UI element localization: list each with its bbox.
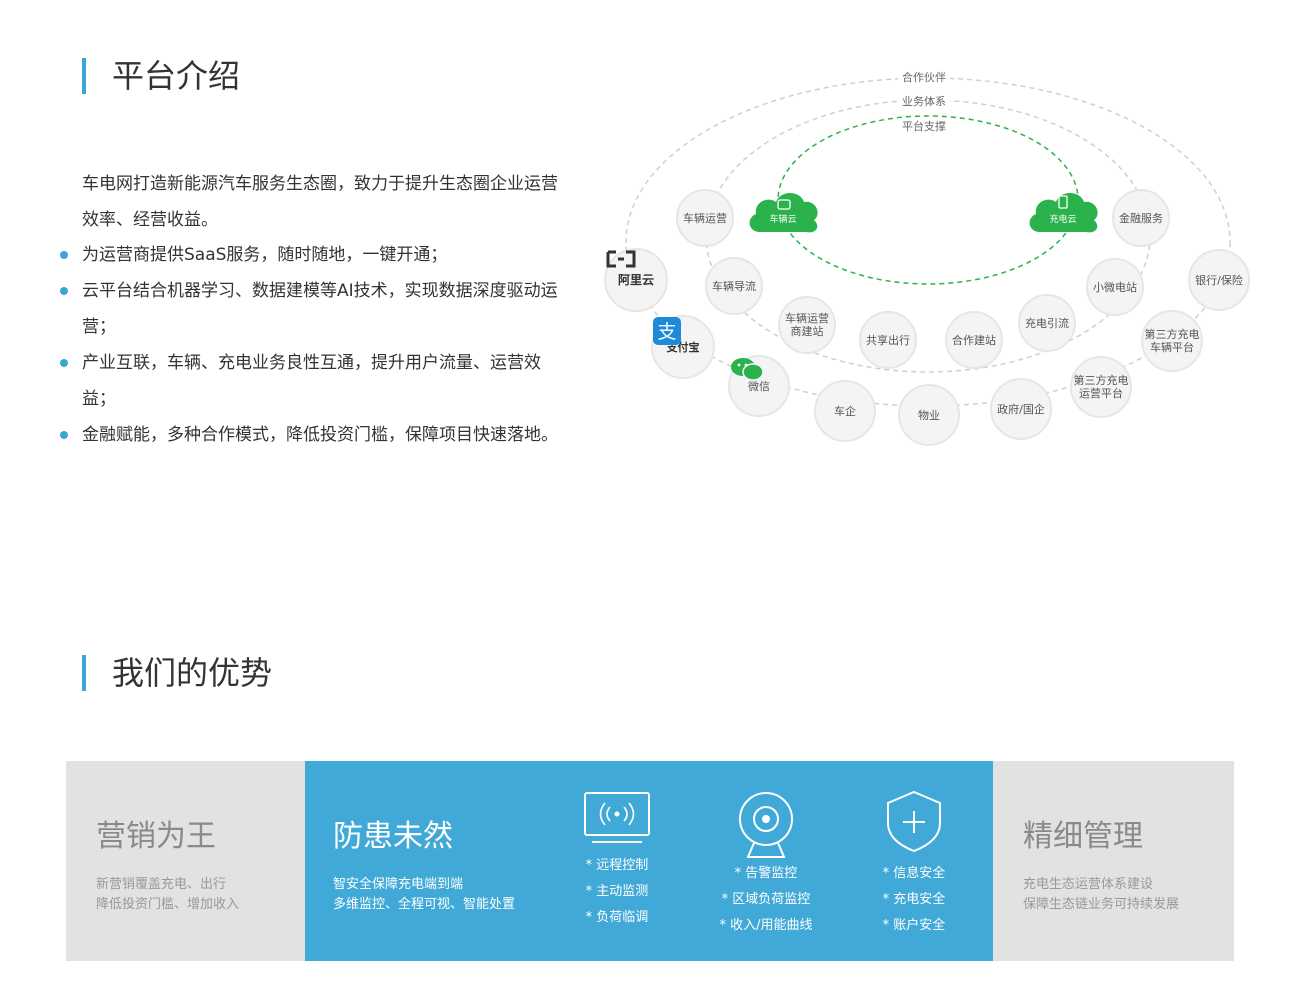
node-vehicle-guide: 车辆导流 [705,257,763,315]
feature-column-alarm: * 告警监控 * 区域负荷监控 * 收入/用能曲线 [691,789,841,939]
node-sharing: 共享出行 [859,311,917,369]
feature-column-remote: * 远程控制 * 主动监测 * 负荷临调 [542,789,692,931]
feature-column-security: * 信息安全 * 充电安全 * 账户安全 [839,789,989,939]
remote-monitor-icon [584,792,650,843]
node-third-ops: 第三方充电运营平台 [1070,356,1132,418]
advantage-card-prevention: 防患未然 智安全保障充电端到端 多维监控、全程可视、智能处置 * 远程控制 * … [305,761,993,961]
wechat-label: 微信 [748,379,770,393]
node-charging-guide: 充电引流 [1018,294,1076,352]
node-coop-station: 合作建站 [945,311,1003,369]
section-title-intro: 平台介绍 [82,58,240,94]
advantage-card-marketing: 营销为王 新营销覆盖充电、出行 降低投资门槛、增加收入 [66,761,305,961]
vehicle-cloud-icon: 车辆云 [746,188,820,234]
node-gov: 政府/国企 [990,378,1052,440]
wechat-icon [731,358,764,381]
vehicle-cloud-label: 车辆云 [769,215,797,225]
card-title: 防患未然 [333,819,453,854]
feature-list: * 告警监控 * 区域负荷监控 * 收入/用能曲线 [719,866,813,933]
node-third-vehicle: 第三方充电车辆平台 [1141,310,1203,372]
alipay-icon: 支 [653,317,681,345]
ecosystem-diagram: 合作伙伴 业务体系 平台支撑 车辆云 充电云 车辆运营 车辆导流 车辆运营商建站… [600,60,1260,460]
intro-bullet-list: 为运营商提供SaaS服务，随时随地，一键开通； 云平台结合机器学习、数据建模等A… [58,237,572,453]
card-title: 营销为王 [96,819,216,854]
node-bank: 银行/保险 [1188,249,1250,311]
svg-text:支: 支 [657,321,676,343]
node-vehicle-ops-station: 车辆运营商建站 [778,296,836,354]
section-title-advantages: 我们的优势 [82,655,272,691]
node-automaker: 车企 [814,380,876,442]
intro-paragraph: 车电网打造新能源汽车服务生态圈，致力于提升生态圈企业运营效率、经营收益。 [82,174,558,230]
node-micro-station: 小微电站 [1086,258,1144,316]
feature-list: * 远程控制 * 主动监测 * 负荷临调 [585,858,649,925]
shield-icon [887,790,941,853]
card-subtitle: 充电生态运营体系建设 保障生态链业务可持续发展 [1023,877,1180,912]
ring-label-platform: 平台支撑 [898,118,950,134]
feature-list: * 信息安全 * 充电安全 * 账户安全 [882,866,946,933]
node-aliyun: 阿里云 [604,248,668,312]
node-alipay: 支 支付宝 [651,315,715,379]
node-property: 物业 [898,384,960,446]
bullet-item: 产业互联，车辆、充电业务良性互通，提升用户流量、运营效益； [58,345,572,417]
card-title: 精细管理 [1023,819,1143,854]
charging-cloud-label: 充电云 [1049,215,1077,225]
aliyun-label: 阿里云 [617,272,654,287]
card-subtitle: 新营销覆盖充电、出行 降低投资门槛、增加收入 [96,877,240,912]
bullet-item: 为运营商提供SaaS服务，随时随地，一键开通； [58,237,572,273]
ring-label-business: 业务体系 [898,93,950,109]
ring-label-partners: 合作伙伴 [898,69,950,85]
node-wechat: 微信 [728,355,790,417]
card-subtitle: 智安全保障充电端到端 多维监控、全程可视、智能处置 [333,877,516,912]
camera-icon [739,792,793,858]
advantage-card-management: 精细管理 充电生态运营体系建设 保障生态链业务可持续发展 [993,761,1234,961]
bullet-item: 金融赋能，多种合作模式，降低投资门槛，保障项目快速落地。 [58,417,572,453]
aliyun-icon [606,250,636,268]
node-finance: 金融服务 [1112,189,1170,247]
bullet-item: 云平台结合机器学习、数据建模等AI技术，实现数据深度驱动运营； [58,273,572,345]
node-vehicle-ops: 车辆运营 [676,189,734,247]
charging-cloud-icon: 充电云 [1026,188,1100,234]
